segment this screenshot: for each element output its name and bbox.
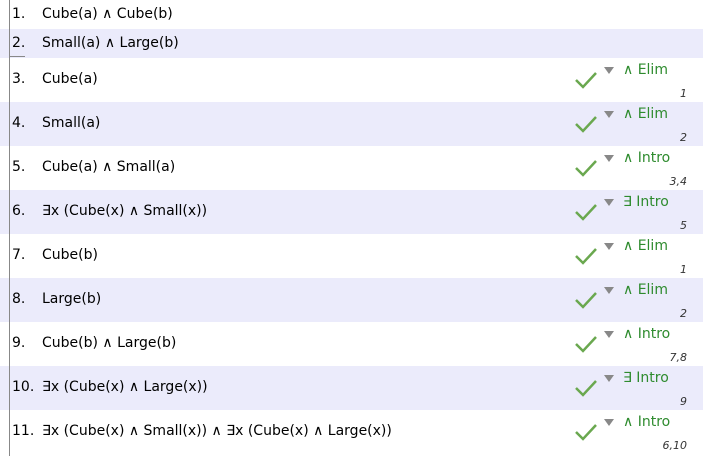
step-row[interactable]: 9. Cube(b) ∧ Large(b) ∧ Intro 7,8 xyxy=(0,322,703,366)
sentence[interactable]: Small(a) xyxy=(42,115,100,131)
sentence[interactable]: Small(a) ∧ Large(b) xyxy=(42,35,179,51)
check-icon xyxy=(575,204,597,221)
check-icon xyxy=(575,336,597,353)
line-number: 3. xyxy=(12,71,26,87)
step-row[interactable]: 6. ∃x (Cube(x) ∧ Small(x)) ∃ Intro 5 xyxy=(0,190,703,234)
triangle-down-icon[interactable] xyxy=(604,375,614,382)
rule-label[interactable]: ∧ Intro xyxy=(623,150,670,166)
sentence[interactable]: Cube(a) ∧ Small(a) xyxy=(42,159,175,175)
rule-label[interactable]: ∧ Intro xyxy=(623,326,670,342)
rule-citation: 2 xyxy=(680,131,687,144)
triangle-down-icon[interactable] xyxy=(604,419,614,426)
triangle-down-icon[interactable] xyxy=(604,287,614,294)
step-row[interactable]: 5. Cube(a) ∧ Small(a) ∧ Intro 3,4 xyxy=(0,146,703,190)
line-number: 2. xyxy=(12,35,26,51)
check-icon xyxy=(575,248,597,265)
rule-citation: 5 xyxy=(680,219,687,232)
sentence[interactable]: ∃x (Cube(x) ∧ Small(x)) xyxy=(42,203,207,219)
rule-citation: 2 xyxy=(680,307,687,320)
step-row[interactable]: 8. Large(b) ∧ Elim 2 xyxy=(0,278,703,322)
rule-citation: 1 xyxy=(680,263,687,276)
line-number: 11. xyxy=(12,423,35,439)
sentence[interactable]: ∃x (Cube(x) ∧ Large(x)) xyxy=(42,379,208,395)
rule-citation: 3,4 xyxy=(669,175,688,188)
proof-scope-line xyxy=(9,0,10,456)
sentence[interactable]: Large(b) xyxy=(42,291,101,307)
rule-label[interactable]: ∧ Elim xyxy=(623,238,668,254)
rule-label[interactable]: ∃ Intro xyxy=(623,194,669,210)
rule-label[interactable]: ∃ Intro xyxy=(623,370,669,386)
line-number: 9. xyxy=(12,335,26,351)
line-number: 4. xyxy=(12,115,26,131)
line-number: 7. xyxy=(12,247,26,263)
rule-label[interactable]: ∧ Elim xyxy=(623,282,668,298)
triangle-down-icon[interactable] xyxy=(604,331,614,338)
rule-label[interactable]: ∧ Intro xyxy=(623,414,670,430)
premise-row[interactable]: 1. Cube(a) ∧ Cube(b) xyxy=(0,0,703,29)
line-number: 10. xyxy=(12,379,35,395)
sentence[interactable]: Cube(b) xyxy=(42,247,98,263)
line-number: 1. xyxy=(12,6,26,22)
sentence[interactable]: Cube(b) ∧ Large(b) xyxy=(42,335,176,351)
line-number: 5. xyxy=(12,159,26,175)
premise-row[interactable]: 2. Small(a) ∧ Large(b) xyxy=(0,29,703,58)
step-row[interactable]: 11. ∃x (Cube(x) ∧ Small(x)) ∧ ∃x (Cube(x… xyxy=(0,410,703,454)
step-row[interactable]: 7. Cube(b) ∧ Elim 1 xyxy=(0,234,703,278)
line-number: 6. xyxy=(12,203,26,219)
sentence[interactable]: ∃x (Cube(x) ∧ Small(x)) ∧ ∃x (Cube(x) ∧ … xyxy=(42,423,392,439)
check-icon xyxy=(575,160,597,177)
check-icon xyxy=(575,380,597,397)
check-icon xyxy=(575,116,597,133)
sentence[interactable]: Cube(a) xyxy=(42,71,98,87)
check-icon xyxy=(575,424,597,441)
triangle-down-icon[interactable] xyxy=(604,155,614,162)
rule-citation: 9 xyxy=(680,395,687,408)
rule-citation: 7,8 xyxy=(669,351,688,364)
line-number: 8. xyxy=(12,291,26,307)
triangle-down-icon[interactable] xyxy=(604,199,614,206)
rule-label[interactable]: ∧ Elim xyxy=(623,106,668,122)
step-row[interactable]: 3. Cube(a) ∧ Elim 1 xyxy=(0,58,703,102)
proof-panel: 1. Cube(a) ∧ Cube(b) 2. Small(a) ∧ Large… xyxy=(0,0,703,456)
triangle-down-icon[interactable] xyxy=(604,67,614,74)
sentence[interactable]: Cube(a) ∧ Cube(b) xyxy=(42,6,173,22)
check-icon xyxy=(575,292,597,309)
rule-citation: 1 xyxy=(680,87,687,100)
check-icon xyxy=(575,72,597,89)
triangle-down-icon[interactable] xyxy=(604,111,614,118)
rule-label[interactable]: ∧ Elim xyxy=(623,62,668,78)
rule-citation: 6,10 xyxy=(662,439,688,452)
triangle-down-icon[interactable] xyxy=(604,243,614,250)
fitch-bar xyxy=(9,56,25,57)
step-row[interactable]: 10. ∃x (Cube(x) ∧ Large(x)) ∃ Intro 9 xyxy=(0,366,703,410)
step-row[interactable]: 4. Small(a) ∧ Elim 2 xyxy=(0,102,703,146)
